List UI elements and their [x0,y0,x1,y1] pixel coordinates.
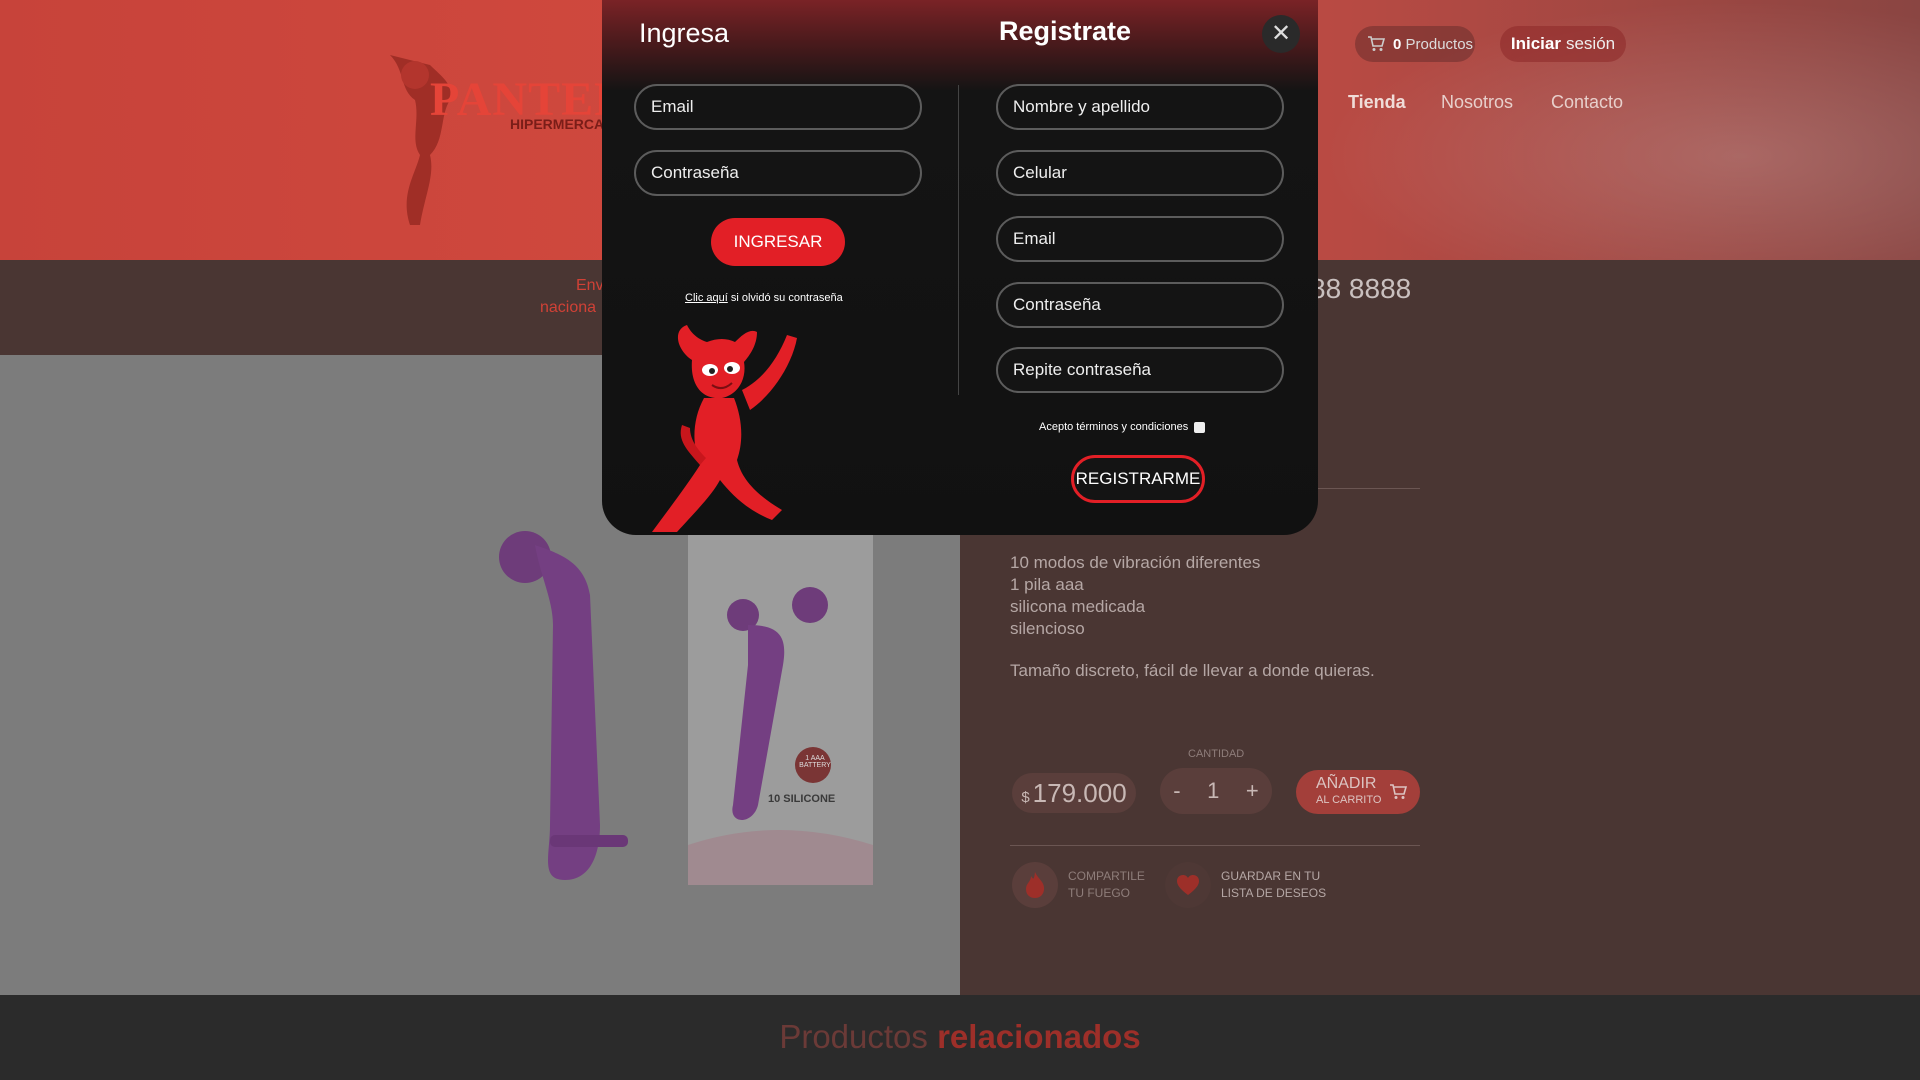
share-line-1: COMPARTILE [1068,869,1145,883]
register-phone-field[interactable]: Celular [996,150,1284,196]
quantity-stepper: - 1 + [1160,768,1272,814]
box-text: 10 SILICONE [768,793,836,805]
add-label-sub: AL CARRITO [1316,794,1382,806]
column-divider [958,85,959,395]
cart-icon [1390,784,1408,799]
divider-bottom [1010,845,1420,846]
register-repeat-password-field[interactable]: Repite contraseña [996,347,1284,393]
cart-count: 0 [1393,35,1402,53]
close-icon: ✕ [1270,20,1292,47]
wishlist-button[interactable]: GUARDAR EN TU LISTA DE DESEOS [1165,862,1326,908]
add-to-cart-label: AÑADIR AL CARRITO [1316,776,1381,808]
login-password-field[interactable]: Contraseña [634,150,922,196]
quantity-value[interactable]: 1 [1207,778,1219,804]
quantity-increase-button[interactable]: + [1246,778,1259,804]
related-bold: relacionados [937,1018,1141,1055]
related-heading: Productos relacionados [0,1018,1920,1056]
share-text: COMPARTILE TU FUEGO [1068,868,1145,902]
feature-item: silicona medicada [1010,597,1146,616]
nav-tienda[interactable]: Tienda [1348,92,1406,113]
shipping-line-2: naciona [540,299,597,316]
feature-item: 1 pila aaa [1010,575,1084,594]
auth-modal: Ingresa Registrate ✕ Email Contraseña IN… [602,0,1318,535]
panther-mascot-icon [652,325,797,532]
product-description: Tamaño discreto, fácil de llevar a donde… [1010,661,1375,680]
forgot-password-link[interactable]: Clic aquí [685,292,728,304]
login-title: Ingresa [639,18,730,48]
price-symbol: $ [1021,789,1030,806]
cart-icon [1368,36,1385,51]
feature-list: 10 modos de vibración diferentes 1 pila … [1010,552,1260,640]
shipping-line-1: Env [576,277,604,294]
box-badge: 1 AAA BATTERY [799,755,831,769]
wishlist-line-2: LISTA DE DESEOS [1221,886,1327,900]
product-box: 1 AAA BATTERY 10 SILICONE [688,525,873,885]
login-button[interactable]: Iniciar sesión [1500,26,1626,62]
fire-icon [1012,862,1058,908]
share-line-2: TU FUEGO [1068,886,1130,900]
register-password-field[interactable]: Contraseña [996,282,1284,328]
login-button[interactable]: INGRESAR [711,218,845,266]
terms-row: Acepto términos y condiciones [1039,421,1206,433]
feature-item: 10 modos de vibración diferentes [1010,553,1261,572]
nav-nosotros[interactable]: Nosotros [1441,92,1513,113]
register-email-field[interactable]: Email [996,216,1284,262]
vibrator-image-icon [499,531,628,880]
quantity-label: CANTIDAD [1188,748,1245,760]
heart-icon [1165,862,1211,908]
login-rest: sesión [1565,34,1616,53]
price-badge: $ 179.000 [1012,773,1136,813]
forgot-password: Clic aquí si olvidó su contraseña [685,292,843,304]
cart-text: Productos [1405,35,1474,53]
forgot-password-text: si olvidó su contraseña [727,292,843,304]
cart-button[interactable]: 0 Productos [1355,26,1475,62]
register-button[interactable]: REGISTRARME [1071,455,1205,503]
wishlist-text: GUARDAR EN TU LISTA DE DESEOS [1221,868,1326,902]
price-value: 179.000 [1032,777,1127,808]
wishlist-line-1: GUARDAR EN TU [1221,869,1321,883]
login-bold: Iniciar [1510,34,1561,53]
terms-checkbox[interactable] [1194,421,1206,433]
box-graphic-icon [688,587,873,885]
share-button[interactable]: COMPARTILE TU FUEGO [1012,862,1145,908]
close-button[interactable]: ✕ [1262,15,1300,53]
phone-number: 88 8888 [1310,273,1412,304]
nav-contacto[interactable]: Contacto [1551,92,1623,113]
quantity-decrease-button[interactable]: - [1173,778,1180,804]
related-light: Productos [779,1018,928,1055]
shipping-text: Env naciona [540,275,604,319]
register-name-field[interactable]: Nombre y apellido [996,84,1284,130]
feature-item: silencioso [1010,619,1085,638]
cart-label: 0 Productos [1393,36,1473,53]
add-to-cart-button[interactable]: AÑADIR AL CARRITO [1296,770,1420,814]
terms-label: Acepto términos y condiciones [1039,421,1189,433]
login-email-field[interactable]: Email [634,84,922,130]
add-label-main: AÑADIR [1316,775,1377,792]
register-title: Registrate [999,16,1132,46]
